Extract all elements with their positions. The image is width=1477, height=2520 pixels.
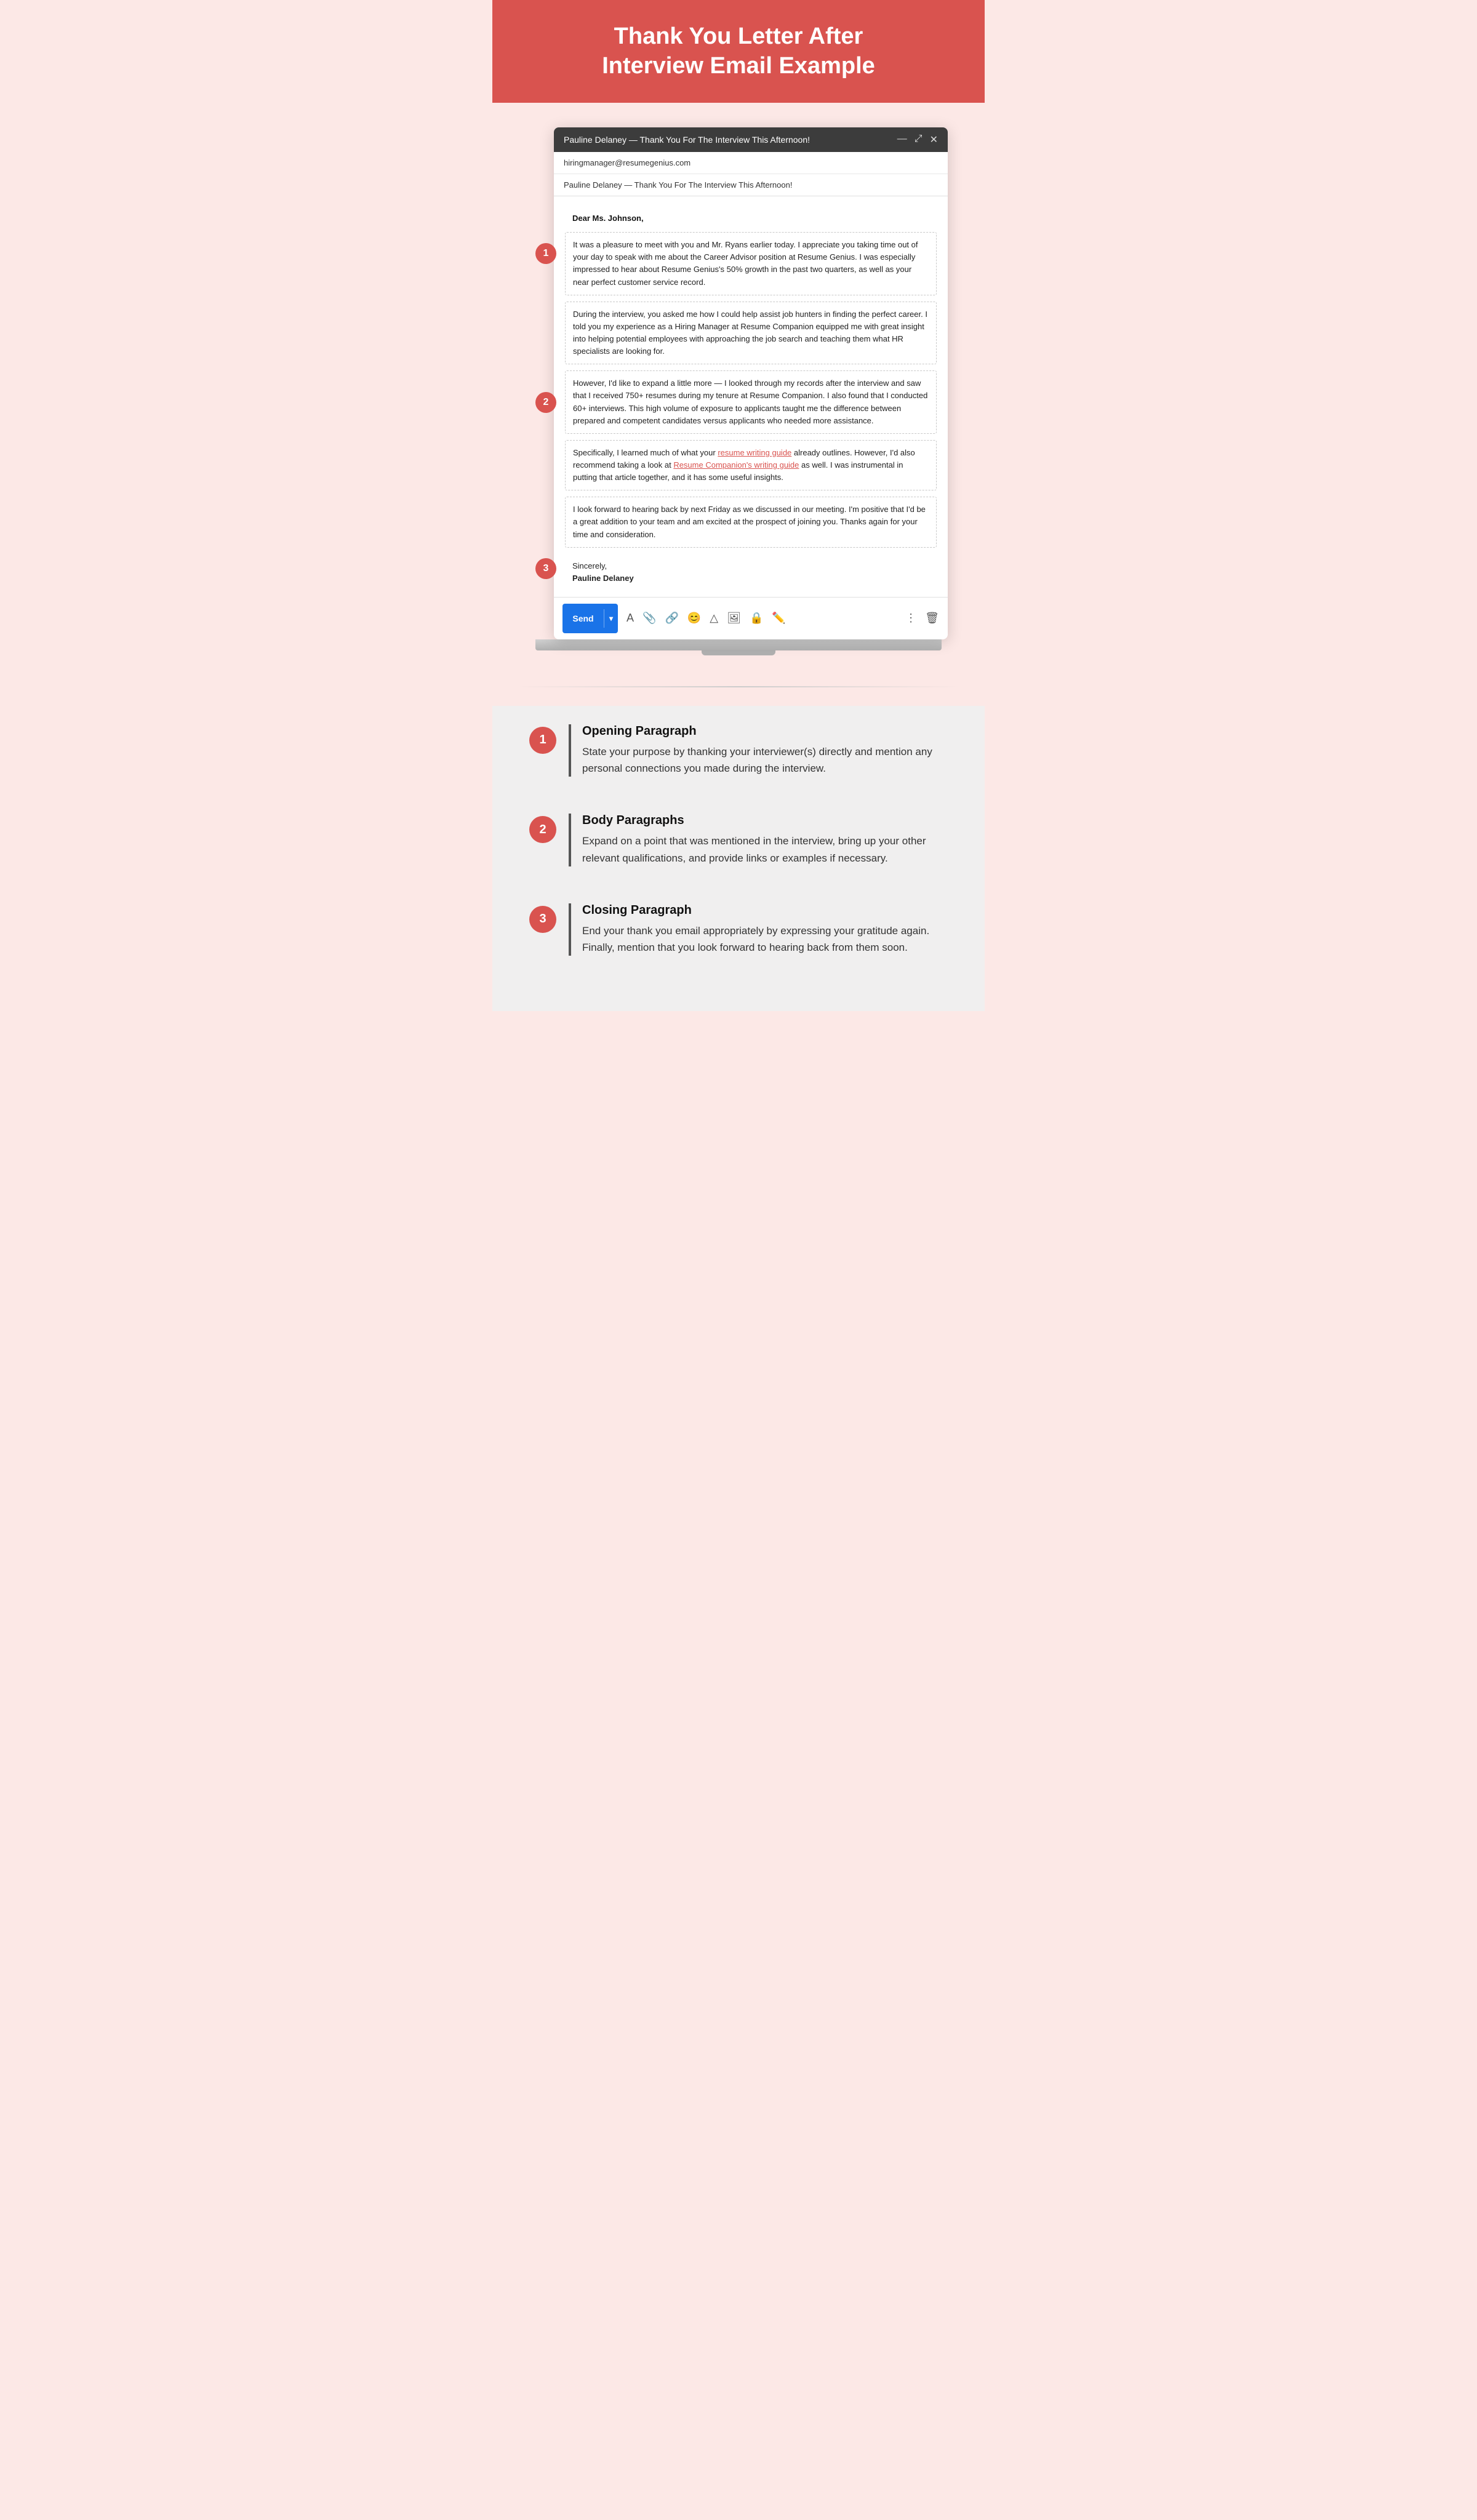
toolbar-right: ⋮ 🗑: [905, 612, 939, 625]
email-paragraph-2c: Specifically, I learned much of what you…: [565, 440, 937, 490]
format-text-icon[interactable]: A: [626, 612, 634, 625]
resume-writing-guide-link[interactable]: resume writing guide: [718, 448, 791, 457]
to-field[interactable]: hiringmanager@resumegenius.com: [554, 152, 948, 174]
explanation-title-2: Body Paragraphs: [582, 814, 948, 828]
drive-icon[interactable]: △: [710, 612, 718, 625]
email-body: Dear Ms. Johnson, It was a pleasure to m…: [554, 196, 948, 597]
explanation-badge-2: 2: [529, 816, 556, 843]
section-divider: [517, 686, 960, 687]
email-section: 1 2 3 Pauline Delaney — Thank You For Th…: [492, 103, 985, 674]
explanation-item-1: 1 Opening Paragraph State your purpose b…: [529, 718, 948, 783]
email-fields: hiringmanager@resumegenius.com Pauline D…: [554, 152, 948, 196]
badge-2: 2: [535, 392, 556, 413]
explanation-title-3: Closing Paragraph: [582, 903, 948, 918]
delete-icon[interactable]: 🗑: [925, 612, 939, 625]
paragraph-2a-text: During the interview, you asked me how I…: [573, 310, 927, 356]
annotated-email: 1 2 3 Pauline Delaney — Thank You For Th…: [529, 127, 948, 655]
explanation-badge-1: 1: [529, 727, 556, 754]
email-paragraph-2a: During the interview, you asked me how I…: [565, 302, 937, 365]
badge-3: 3: [535, 558, 556, 579]
email-paragraph-3: I look forward to hearing back by next F…: [565, 497, 937, 547]
laptop-stand: [702, 650, 775, 655]
send-button-label: Send: [562, 609, 604, 628]
badge-1: 1: [535, 243, 556, 264]
minimize-button[interactable]: —: [897, 134, 907, 146]
explanation-content-2: Body Paragraphs Expand on a point that w…: [569, 814, 948, 866]
explanation-item-2: 2 Body Paragraphs Expand on a point that…: [529, 807, 948, 872]
explanation-title-1: Opening Paragraph: [582, 724, 948, 738]
explanation-content-3: Closing Paragraph End your thank you ema…: [569, 903, 948, 956]
link-icon[interactable]: 🔗: [665, 612, 678, 625]
email-window: Pauline Delaney — Thank You For The Inte…: [554, 127, 948, 639]
explanation-text-3: End your thank you email appropriately b…: [582, 922, 948, 956]
email-closing: Sincerely, Pauline Delaney: [565, 554, 937, 587]
paragraph-2c-pre: Specifically, I learned much of what you…: [573, 448, 718, 457]
email-topbar: Pauline Delaney — Thank You For The Inte…: [554, 127, 948, 152]
explanation-text-2: Expand on a point that was mentioned in …: [582, 833, 948, 866]
lock-icon[interactable]: 🔒: [750, 612, 763, 625]
page-title: Thank You Letter After Interview Email E…: [542, 22, 935, 81]
explanation-section: 1 Opening Paragraph State your purpose b…: [492, 706, 985, 1011]
close-button[interactable]: ✕: [930, 134, 938, 146]
subject-field[interactable]: Pauline Delaney — Thank You For The Inte…: [554, 174, 948, 196]
emoji-icon[interactable]: 😊: [687, 612, 701, 625]
page-header: Thank You Letter After Interview Email E…: [492, 0, 985, 103]
window-controls: — ⤢ ✕: [897, 134, 938, 146]
send-dropdown-arrow[interactable]: ▾: [604, 609, 618, 628]
laptop-bar: [535, 639, 942, 650]
image-icon[interactable]: 🖼: [727, 612, 741, 625]
attach-icon[interactable]: 📎: [642, 612, 656, 625]
email-salutation: Dear Ms. Johnson,: [565, 206, 937, 231]
email-window-title: Pauline Delaney — Thank You For The Inte…: [564, 135, 897, 145]
toolbar-left: Send ▾ A 📎 🔗 😊 △ 🖼 🔒 ✏️: [562, 604, 786, 633]
email-toolbar: Send ▾ A 📎 🔗 😊 △ 🖼 🔒 ✏️ ⋮ 🗑: [554, 597, 948, 639]
closing-name: Pauline Delaney: [572, 572, 929, 585]
explanation-badge-3: 3: [529, 906, 556, 933]
email-paragraph-2b: However, I'd like to expand a little mor…: [565, 370, 937, 434]
more-options-icon[interactable]: ⋮: [905, 612, 916, 625]
paragraph-3-text: I look forward to hearing back by next F…: [573, 505, 926, 538]
companion-writing-guide-link[interactable]: Resume Companion's writing guide: [673, 460, 799, 470]
explanation-content-1: Opening Paragraph State your purpose by …: [569, 724, 948, 777]
explanation-text-1: State your purpose by thanking your inte…: [582, 743, 948, 777]
explanation-item-3: 3 Closing Paragraph End your thank you e…: [529, 897, 948, 962]
email-paragraph-1: It was a pleasure to meet with you and M…: [565, 232, 937, 295]
paragraph-2b-text: However, I'd like to expand a little mor…: [573, 378, 927, 425]
closing-line: Sincerely,: [572, 560, 929, 572]
send-button[interactable]: Send ▾: [562, 604, 618, 633]
maximize-button[interactable]: ⤢: [915, 134, 923, 146]
paragraph-1-text: It was a pleasure to meet with you and M…: [573, 240, 918, 286]
signature-icon[interactable]: ✏️: [772, 612, 785, 625]
